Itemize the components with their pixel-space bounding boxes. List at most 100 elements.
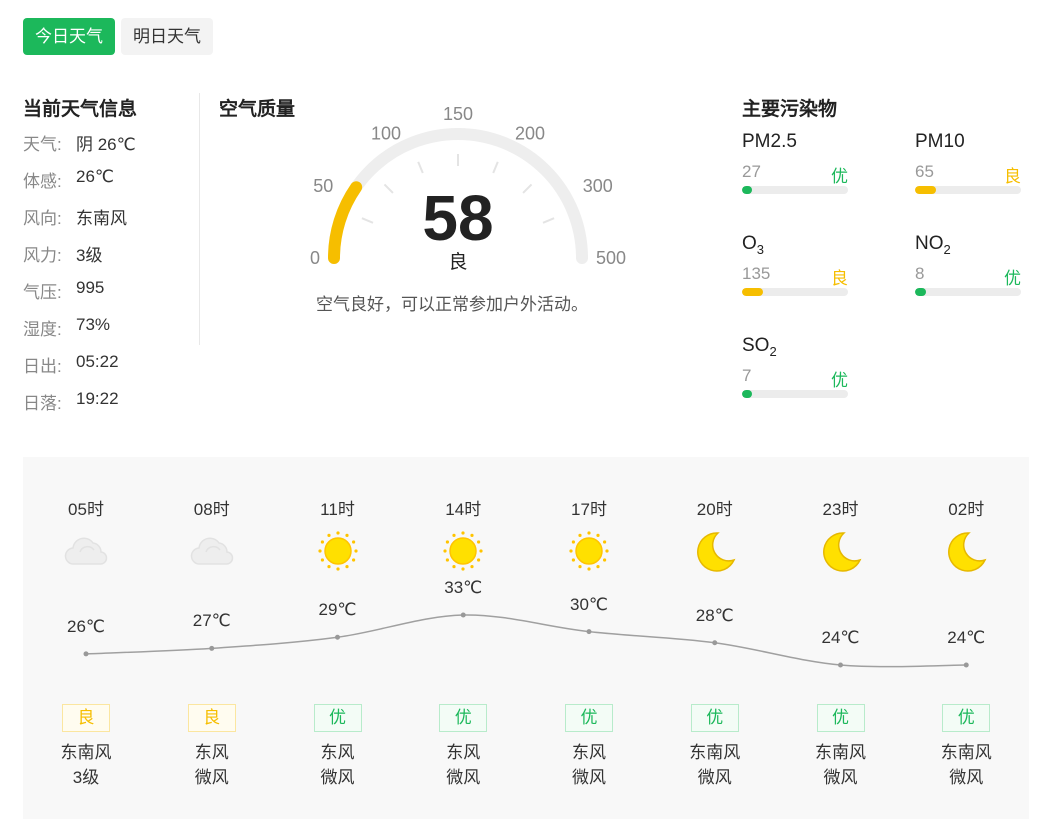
pollutant-item: PM10 65 良	[915, 131, 1021, 194]
hour-wind: 东风 微风	[549, 740, 629, 790]
wind-power: 微风	[572, 768, 606, 787]
hourly-forecast: 05时 26℃ 良东南风 3级 08时 27℃ 良东风 微风 11时 29℃ 优东风 微风 14时 33℃…	[23, 457, 1029, 819]
info-key: 风向:	[23, 209, 62, 228]
hour-time: 17时	[571, 500, 607, 519]
info-value: 26℃	[76, 167, 115, 186]
hour-temperature: 26℃	[66, 616, 105, 636]
hour-wind: 东风 微风	[298, 740, 378, 790]
pollutant-bar	[742, 186, 848, 194]
pollutant-bar-fill	[915, 288, 926, 296]
wind-direction: 东南风	[815, 743, 866, 762]
hour-aq-badge: 良	[62, 704, 110, 732]
hour-aq-badge: 良	[187, 704, 236, 732]
tab-today[interactable]: 今日天气	[23, 18, 115, 55]
hour-temperature: 29℃	[318, 600, 357, 620]
wind-direction: 东风	[446, 743, 481, 762]
pollutant-item: O3 135 良	[742, 233, 848, 296]
aqi-description: 空气良好，可以正常参加户外活动。	[316, 295, 588, 314]
wind-power: 微风	[697, 768, 732, 787]
hour-wind: 东风 微风	[423, 740, 503, 790]
info-key: 风力:	[23, 246, 62, 265]
hour-header: 02时	[926, 495, 1006, 572]
hour-time: 02时	[948, 500, 985, 519]
temperature-point	[209, 645, 215, 651]
hour-header: 05时	[46, 495, 126, 572]
pollutant-name-main: PM2.5	[742, 131, 797, 152]
hour-aq-badge: 优	[816, 704, 865, 732]
pollutant-values: 8优	[915, 264, 1021, 288]
info-row: 体感: 26℃	[23, 167, 136, 204]
hour-aq-badge: 优	[690, 704, 739, 732]
moon-icon	[926, 530, 1006, 572]
pollutant-values: 135 良	[742, 264, 848, 288]
pollutants-title: 主要污染物	[742, 99, 838, 120]
current-weather-info: 天气: 阴 26℃ 体感: 26℃ 风向: 东南风 风力: 3级 气压: 995 湿度: 73% 日出:…	[23, 130, 136, 426]
pollutant-name-sub: 3	[756, 241, 765, 257]
aqi-level: 良	[448, 252, 468, 273]
wind-power: 微风	[446, 768, 481, 787]
pollutant-name-sub: 2	[769, 343, 777, 359]
pollutant-name-main: PM10	[915, 131, 965, 152]
info-key: 湿度:	[23, 320, 62, 339]
temperature-point	[712, 640, 718, 646]
hour-header: 20时	[675, 495, 755, 572]
gauge-scale-label: 100	[371, 123, 401, 143]
current-weather-title: 当前天气信息	[23, 99, 138, 120]
gauge-scale-label: 0	[310, 248, 320, 268]
hour-aq-badge: 优	[565, 704, 613, 732]
hour-temperature: 33℃	[444, 578, 483, 597]
gauge-scale-label: 500	[596, 248, 626, 268]
wind-power: 微风	[949, 768, 984, 787]
info-value: 05:22	[76, 352, 119, 371]
hour-time: 05时	[68, 500, 104, 519]
hour-wind: 东南风 微风	[926, 740, 1006, 790]
wind-direction: 东风	[320, 743, 355, 762]
info-row: 风力: 3级	[23, 241, 136, 278]
info-row: 气压: 995	[23, 278, 136, 315]
info-key: 天气:	[23, 135, 62, 154]
pollutant-value: 65	[915, 162, 934, 181]
tab-tomorrow[interactable]: 明日天气	[121, 18, 213, 55]
pollutant-item: NO2 8 优	[915, 233, 1021, 296]
wind-power: 微风	[194, 768, 229, 787]
cloud-icon	[172, 530, 252, 572]
gauge-scale-label: 150	[443, 104, 473, 124]
pollutant-bar	[742, 288, 848, 296]
wind-direction: 东南风	[940, 743, 992, 762]
temperature-point	[586, 629, 592, 635]
temperature-point	[83, 651, 89, 657]
hour-temperature: 30℃	[569, 594, 608, 614]
hour-wind: 东南风 微风	[801, 740, 881, 790]
sun-icon	[549, 530, 629, 572]
hour-time: 23时	[822, 500, 859, 519]
pollutant-name-main: SO	[742, 335, 770, 356]
hour-temperature: 28℃	[695, 605, 734, 625]
info-row: 天气: 阴 26℃	[23, 130, 136, 167]
hour-time: 11时	[320, 500, 355, 519]
hour-temperature: 24℃	[947, 628, 986, 647]
temperature-point	[963, 662, 969, 668]
gauge-fill	[328, 181, 363, 264]
pollutant-level: 优	[831, 371, 848, 390]
pollutant-values: 7优	[742, 366, 848, 390]
wind-power: 微风	[823, 768, 858, 787]
pollutant-value: 135	[742, 264, 771, 283]
pollutant-level: 优	[831, 167, 848, 186]
info-value: 73%	[76, 315, 111, 334]
pollutant-bar	[915, 186, 1021, 194]
hour-time: 14时	[445, 500, 482, 519]
pollutant-values: 65 良	[915, 162, 1021, 186]
wind-direction: 东风	[572, 743, 606, 762]
hour-aq-badge: 优	[942, 704, 991, 732]
pollutant-bar-fill	[742, 186, 752, 194]
pollutant-bar-fill	[742, 390, 752, 398]
hour-time: 20时	[696, 500, 733, 519]
hour-header: 11时	[298, 495, 378, 572]
info-row: 风向: 东南风	[23, 204, 136, 241]
pollutant-name-main: O	[742, 233, 757, 254]
gauge-scale-label: 200	[515, 123, 545, 143]
hour-wind: 东南风 微风	[675, 740, 755, 790]
pollutant-item: PM2.5 27 优	[742, 131, 848, 194]
pollutant-value: 7	[742, 366, 752, 385]
pollutant-level: 良	[831, 269, 848, 288]
